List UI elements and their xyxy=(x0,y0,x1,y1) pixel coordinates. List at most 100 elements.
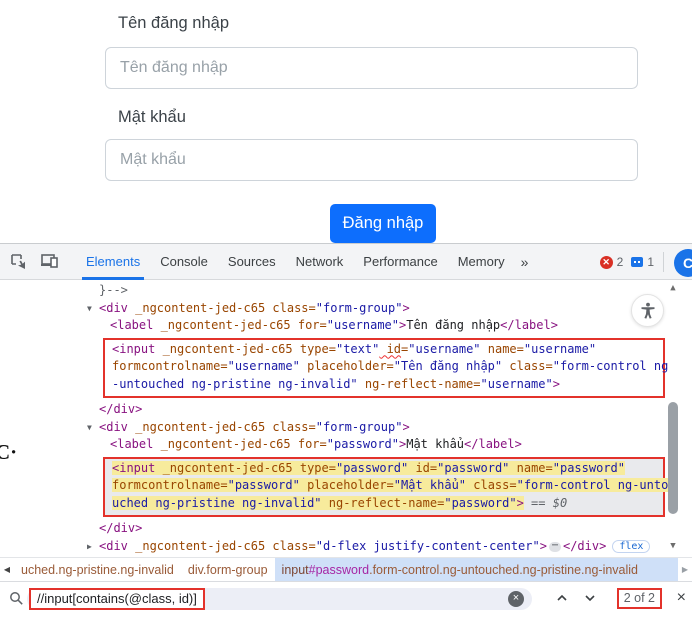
code-token: <div xyxy=(99,420,128,434)
message-icon xyxy=(631,257,643,267)
tab-elements[interactable]: Elements xyxy=(76,244,150,280)
devtools-toolbar: ElementsConsoleSourcesNetworkPerformance… xyxy=(0,244,692,280)
more-tabs-icon[interactable]: » xyxy=(515,254,533,270)
code-token: ng-reflect-name= xyxy=(358,377,481,391)
code-token: _ngcontent-jed-c65 class= xyxy=(128,539,316,553)
code-token: id= xyxy=(408,461,437,475)
search-input[interactable]: //input[contains(@class, id)] × xyxy=(27,588,532,610)
crumb-part: input xyxy=(282,563,309,577)
username-label: Tên đăng nhập xyxy=(118,14,229,33)
code-token: class= xyxy=(502,359,553,373)
breadcrumb-left-icon[interactable]: ◀ xyxy=(0,565,14,574)
expanded-arrow-icon[interactable]: ▼ xyxy=(87,419,99,437)
status-badges[interactable]: ✕ 2 1 xyxy=(600,244,658,280)
breadcrumb-item[interactable]: uched.ng-pristine.ng-invalid xyxy=(14,558,181,582)
code-line[interactable]: <label _ngcontent-jed-c65 for="password"… xyxy=(0,436,692,454)
code-line[interactable]: <label _ngcontent-jed-c65 for="username"… xyxy=(0,317,692,335)
code-group-2: </div>▼<div _ngcontent-jed-c65 class="fo… xyxy=(0,401,692,454)
flex-badge[interactable]: flex xyxy=(612,540,650,553)
code-token: "username" xyxy=(408,342,480,356)
stray-annotation-text: C· xyxy=(0,440,17,465)
username-input[interactable] xyxy=(105,47,638,89)
tab-sources[interactable]: Sources xyxy=(218,244,286,280)
password-input[interactable] xyxy=(105,139,638,181)
tab-network[interactable]: Network xyxy=(286,244,354,280)
collapsed-arrow-icon[interactable]: ▶ xyxy=(87,538,99,556)
error-count: 2 xyxy=(617,255,624,269)
code-token: placeholder= xyxy=(300,359,394,373)
crumb-part: #password xyxy=(309,563,369,577)
code-token: ng-reflect-name= xyxy=(322,496,445,510)
code-token: _ngcontent-jed-c65 for= xyxy=(153,437,326,451)
code-token: "password" xyxy=(327,437,399,451)
code-token: </label> xyxy=(500,318,558,332)
code-token: "username" xyxy=(228,359,300,373)
crumb-part: .form-control.ng-untouched.ng-pristine.n… xyxy=(369,563,638,577)
search-icon xyxy=(2,586,30,612)
code-token: == $0 xyxy=(524,496,567,510)
search-query[interactable]: //input[contains(@class, id)] xyxy=(29,588,205,610)
inspect-element-icon[interactable] xyxy=(4,249,32,275)
breadcrumb-item[interactable]: div.form-group xyxy=(181,558,275,582)
breadcrumb-right-icon[interactable]: ▶ xyxy=(678,565,692,574)
code-line[interactable]: ▼<div _ngcontent-jed-c65 class="form-gro… xyxy=(0,419,692,437)
code-token: > xyxy=(553,377,560,391)
code-line[interactable]: formcontrolname="password" placeholder="… xyxy=(112,477,663,495)
code-token: > xyxy=(540,539,547,553)
code-line[interactable]: ▶<div _ngcontent-jed-c65 class="d-flex j… xyxy=(0,538,692,556)
code-token: <label xyxy=(110,437,153,451)
profile-avatar[interactable]: C xyxy=(674,249,692,277)
code-token: "username" xyxy=(524,342,596,356)
devtools-tabs: ElementsConsoleSourcesNetworkPerformance… xyxy=(76,244,515,280)
previous-match-icon[interactable] xyxy=(554,590,572,608)
toolbar-divider xyxy=(663,252,664,272)
code-token: "password" xyxy=(228,478,300,492)
code-token: <div xyxy=(99,301,128,315)
scrollbar-thumb[interactable] xyxy=(668,402,678,514)
code-line[interactable]: -untouched ng-pristine ng-invalid" ng-re… xyxy=(112,376,663,394)
code-line[interactable]: </div> xyxy=(0,401,692,419)
search-results-count: 2 of 2 xyxy=(617,588,662,609)
code-token: "username" xyxy=(327,318,399,332)
code-line[interactable]: uched ng-pristine ng-invalid" ng-reflect… xyxy=(112,495,663,513)
code-token: "form-group" xyxy=(316,301,403,315)
scroll-up-icon[interactable]: ▲ xyxy=(666,282,680,294)
next-match-icon[interactable] xyxy=(582,590,600,608)
code-line[interactable]: </div> xyxy=(0,520,692,538)
code-line[interactable]: <input _ngcontent-jed-c65 type="password… xyxy=(112,460,663,478)
code-token: </div> xyxy=(99,521,142,535)
tab-performance[interactable]: Performance xyxy=(353,244,447,280)
tab-memory[interactable]: Memory xyxy=(448,244,515,280)
login-button[interactable]: Đăng nhập xyxy=(330,204,436,243)
code-line[interactable]: formcontrolname="username" placeholder="… xyxy=(112,358,663,376)
code-token: class= xyxy=(466,478,517,492)
device-toolbar-icon[interactable] xyxy=(36,249,64,275)
code-token: "password" xyxy=(437,461,509,475)
tab-console[interactable]: Console xyxy=(150,244,218,280)
accessibility-widget-icon[interactable] xyxy=(631,294,664,327)
vertical-scrollbar[interactable]: ▲ ▼ xyxy=(666,282,680,552)
search-bar: //input[contains(@class, id)] × 2 of 2 × xyxy=(0,581,692,615)
code-token: "password" xyxy=(553,461,625,475)
scroll-down-icon[interactable]: ▼ xyxy=(666,540,680,552)
code-token: uched ng-pristine ng-invalid" xyxy=(112,496,322,510)
code-token: "d-flex justify-content-center" xyxy=(316,539,540,553)
code-token: "form-control ng-unto xyxy=(517,478,669,492)
code-token: "password" xyxy=(444,496,516,510)
code-line[interactable]: ▼<div _ngcontent-jed-c65 class="form-gro… xyxy=(0,300,692,318)
annotation-box-username-input: <input _ngcontent-jed-c65 type="text" id… xyxy=(103,338,665,399)
code-line[interactable]: }--> xyxy=(0,282,692,300)
code-line[interactable]: <input _ngcontent-jed-c65 type="text" id… xyxy=(112,341,663,359)
code-token: formcontrolname= xyxy=(112,478,228,492)
expanded-arrow-icon[interactable]: ▼ xyxy=(87,300,99,318)
code-token: -untouched ng-pristine ng-invalid" xyxy=(112,377,358,391)
collapsed-children-icon[interactable]: ⋯ xyxy=(549,542,561,552)
breadcrumb-item[interactable]: input#password.form-control.ng-untouched… xyxy=(275,558,678,582)
clear-search-icon[interactable]: × xyxy=(508,591,524,607)
close-search-icon[interactable]: × xyxy=(677,588,686,608)
code-token: name= xyxy=(509,461,552,475)
code-token: </label> xyxy=(464,437,522,451)
code-token: _ngcontent-jed-c65 class= xyxy=(128,301,316,315)
code-token: "username" xyxy=(480,377,552,391)
code-group-3: </div> ▶<div _ngcontent-jed-c65 class="d-… xyxy=(0,520,692,557)
